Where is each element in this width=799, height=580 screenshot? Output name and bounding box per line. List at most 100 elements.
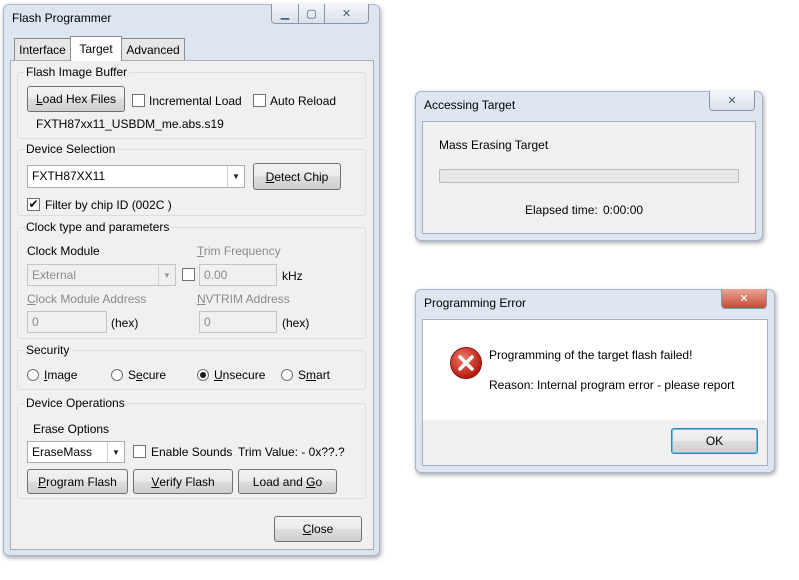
program-flash-label: rogram Flash xyxy=(46,474,117,489)
chevron-down-icon: ▼ xyxy=(158,265,175,285)
programming-error-window: Programming Error ✕ Programming of the t… xyxy=(415,289,775,473)
ok-button[interactable]: OK xyxy=(671,428,758,454)
option-text: mage xyxy=(47,368,78,382)
loaded-filename: FXTH87xx11_USBDM_me.abs.s19 xyxy=(36,117,224,131)
nvtrim-address-field[interactable]: 0 xyxy=(199,311,277,333)
nvtrim-address-unit: (hex) xyxy=(282,316,310,330)
progress-bar xyxy=(439,169,739,183)
accessing-target-content: Mass Erasing Target Elapsed time: 0:00:0… xyxy=(422,121,756,234)
option-text: cure xyxy=(142,368,167,382)
mnemonic: G xyxy=(306,474,316,489)
trim-enable-checkbox[interactable] xyxy=(182,268,195,281)
clock-module-address-label: Clock Module Address xyxy=(27,292,146,306)
security-unsecure-radio[interactable] xyxy=(197,369,209,381)
close-window-icon[interactable]: ✕ xyxy=(722,289,766,308)
close-window-icon[interactable]: ✕ xyxy=(324,4,368,23)
mnemonic: e xyxy=(136,368,143,382)
chevron-down-icon: ▼ xyxy=(107,442,124,462)
device-dropdown[interactable]: FXTH87XX11 ▼ xyxy=(27,165,245,188)
security-smart-radio[interactable] xyxy=(281,369,293,381)
erase-options-dropdown[interactable]: EraseMass ▼ xyxy=(27,441,125,463)
title-bar[interactable]: Flash Programmer ▁ ▢ ✕ xyxy=(4,4,379,29)
load-hex-files-label: oad Hex Files xyxy=(42,92,117,106)
mnemonic: T xyxy=(197,244,204,258)
security-label: Security xyxy=(24,343,72,357)
window-title: Flash Programmer xyxy=(12,11,112,25)
window-title: Accessing Target xyxy=(424,98,516,112)
security-smart-label: Smart xyxy=(298,368,330,382)
clock-module-address-value: 0 xyxy=(32,315,39,329)
window-controls: ✕ xyxy=(721,289,767,309)
enable-sounds-checkbox[interactable] xyxy=(133,445,146,458)
load-hex-files-button[interactable]: Load Hex Files xyxy=(27,86,125,112)
incremental-load-label: Incremental Load xyxy=(149,94,242,108)
minimize-icon[interactable]: ▁ xyxy=(272,4,298,23)
auto-reload-label: Auto Reload xyxy=(270,94,337,108)
incremental-load-checkbox[interactable] xyxy=(132,94,145,107)
clock-module-dropdown[interactable]: External ▼ xyxy=(27,264,176,286)
window-controls: ✕ xyxy=(709,91,755,111)
mnemonic: m xyxy=(306,368,317,382)
filter-by-chip-id-label: Filter by chip ID (002C ) xyxy=(45,198,172,212)
elapsed-label: Elapsed time: xyxy=(525,203,598,217)
security-secure-label: Secure xyxy=(128,368,166,382)
security-secure-radio[interactable] xyxy=(111,369,123,381)
verify-flash-label: erify Flash xyxy=(159,474,215,489)
security-image-label: Image xyxy=(44,368,77,382)
detect-chip-button[interactable]: Detect Chip xyxy=(253,163,341,190)
tab-advanced[interactable]: Advanced xyxy=(121,38,185,60)
close-window-icon[interactable]: ✕ xyxy=(710,91,754,110)
clock-module-address-unit: (hex) xyxy=(111,316,139,330)
trim-frequency-value: 0.00 xyxy=(204,268,228,282)
auto-reload-checkbox[interactable] xyxy=(253,94,266,107)
option-text: art xyxy=(316,368,331,382)
security-unsecure-label: Unsecure xyxy=(214,368,265,382)
trim-frequency-field[interactable]: 0.00 xyxy=(199,264,277,286)
mnemonic: P xyxy=(38,474,47,489)
mnemonic: N xyxy=(197,292,206,306)
window-controls: ▁ ▢ ✕ xyxy=(271,4,369,24)
program-flash-button[interactable]: Program Flash xyxy=(27,469,128,494)
trim-value-text: Trim Value: - 0x??.? xyxy=(238,445,345,459)
nvtrim-address-value: 0 xyxy=(204,315,211,329)
load-and-go-button[interactable]: Load and Go xyxy=(238,469,337,494)
clock-group-label: Clock type and parameters xyxy=(24,220,172,234)
close-label: lose xyxy=(311,522,334,536)
ok-label: OK xyxy=(705,434,724,448)
trim-frequency-text: rim Frequency xyxy=(203,244,281,258)
status-text: Mass Erasing Target xyxy=(439,138,549,152)
enable-sounds-label: Enable Sounds xyxy=(151,445,233,459)
filter-by-chip-id-checkbox[interactable]: ✔ xyxy=(27,198,40,211)
title-bar[interactable]: Accessing Target ✕ xyxy=(416,91,762,116)
mnemonic: V xyxy=(151,474,160,489)
device-selection-label: Device Selection xyxy=(24,142,118,156)
tab-interface[interactable]: Interface xyxy=(14,38,71,60)
mnemonic: C xyxy=(302,522,312,536)
clock-module-value: External xyxy=(32,268,77,282)
nvtrim-address-label: NVTRIM Address xyxy=(197,292,290,306)
mnemonic: U xyxy=(214,368,223,382)
verify-flash-button[interactable]: Verify Flash xyxy=(133,469,233,494)
tab-target-label: Target xyxy=(79,42,113,56)
option-prefix: S xyxy=(128,368,137,382)
trim-frequency-label: Trim Frequency xyxy=(197,244,281,258)
device-operations-label: Device Operations xyxy=(24,396,127,410)
error-button-area: OK xyxy=(422,420,768,466)
error-message: Programming of the target flash failed! xyxy=(489,348,693,362)
device-value: FXTH87XX11 xyxy=(32,169,106,183)
window-title: Programming Error xyxy=(424,296,527,310)
security-image-radio[interactable] xyxy=(27,369,39,381)
maximize-icon[interactable]: ▢ xyxy=(298,4,324,23)
accessing-target-window: Accessing Target ✕ Mass Erasing Target E… xyxy=(415,91,763,241)
flash-programmer-window: Flash Programmer ▁ ▢ ✕ Interface Target … xyxy=(3,4,380,556)
tab-advanced-label: Advanced xyxy=(126,42,180,57)
load-and-go-label: o xyxy=(315,474,323,489)
chevron-down-icon: ▼ xyxy=(227,166,244,187)
close-button[interactable]: Close xyxy=(274,516,362,542)
tab-target[interactable]: Target xyxy=(70,36,122,61)
option-prefix: S xyxy=(298,368,307,382)
title-bar[interactable]: Programming Error ✕ xyxy=(416,289,774,314)
clock-module-address-field[interactable]: 0 xyxy=(27,311,107,333)
mnemonic: L xyxy=(35,92,43,106)
error-reason: Reason: Internal program error - please … xyxy=(489,378,735,392)
